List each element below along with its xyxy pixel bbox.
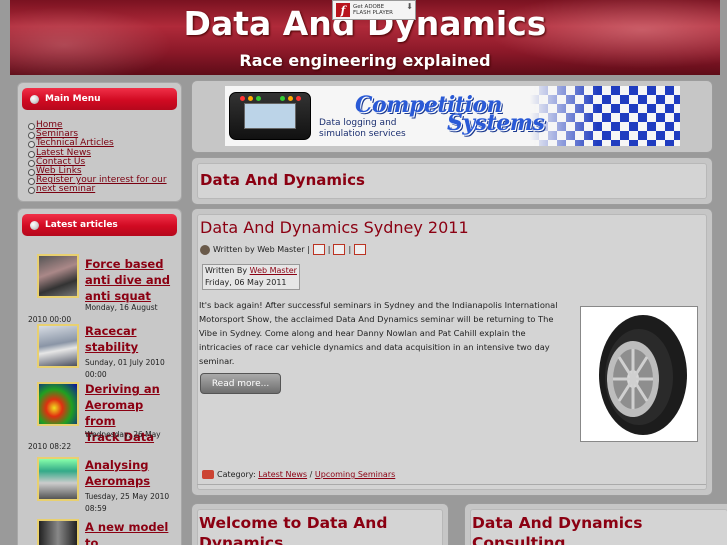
- latest-article-item: Deriving an Aeromap from Track Data Wedn…: [28, 381, 173, 457]
- competition-systems-banner[interactable]: Competition Systems Data logging and sim…: [225, 86, 680, 146]
- menu-item-register-interest-cont[interactable]: next seminar: [28, 185, 173, 195]
- latest-articles-box: Latest articles Force based anti dive an…: [17, 208, 182, 545]
- category-link-upcoming-seminars[interactable]: Upcoming Seminars: [315, 470, 395, 479]
- article-title-link[interactable]: Racecar stability: [85, 323, 138, 355]
- article-date: 00:00: [85, 370, 107, 379]
- article-date: 08:59: [85, 504, 107, 513]
- get-flash-player-badge[interactable]: f Get ADOBE FLASH PLAYER ⬇: [332, 0, 416, 20]
- flash-icon: f: [336, 3, 350, 17]
- pdf-icon[interactable]: [312, 244, 325, 255]
- tyre-image: [580, 306, 698, 442]
- site-header: Data And Dynamics Race engineering expla…: [10, 0, 720, 75]
- article-title-link[interactable]: Force based anti dive and anti squat: [85, 256, 170, 304]
- post-body: It's back again! After successful semina…: [199, 300, 558, 366]
- main-menu: Home Seminars Technical Articles Latest …: [18, 115, 181, 195]
- data-logger-dash-image: [229, 92, 311, 140]
- latest-articles-title: Latest articles: [22, 214, 177, 236]
- article-title-link[interactable]: A new model to: [85, 519, 173, 545]
- category-link-latest-news[interactable]: Latest News: [258, 470, 307, 479]
- folder-icon: [202, 470, 214, 479]
- article-thumbnail[interactable]: [37, 519, 79, 545]
- main-menu-box: Main Menu Home Seminars Technical Articl…: [17, 82, 182, 202]
- article-date: Tuesday, 25 May 2010: [85, 492, 170, 501]
- section-heading: Data And Dynamics: [200, 171, 365, 189]
- latest-article-item: Analysing Aeromaps Tuesday, 25 May 2010 …: [28, 457, 173, 513]
- banner-brand-line2: Systems: [447, 110, 545, 136]
- article-thumbnail[interactable]: [37, 324, 79, 368]
- article-date: Monday, 16 August: [85, 303, 158, 312]
- main-menu-title: Main Menu: [22, 88, 177, 110]
- flash-badge-text: Get ADOBE FLASH PLAYER: [353, 4, 393, 16]
- article-thumbnail[interactable]: [37, 382, 79, 426]
- post-meta: Written by Web Master | | |: [200, 244, 369, 255]
- site-slogan: Race engineering explained: [239, 51, 491, 70]
- checkered-flag-image: [530, 86, 680, 146]
- post-divider: [197, 484, 706, 485]
- email-icon[interactable]: [354, 244, 367, 255]
- article-date: 2010 08:22: [28, 442, 72, 451]
- latest-article-item: A new model to: [28, 519, 173, 545]
- print-icon[interactable]: [333, 244, 346, 255]
- author-icon: [200, 244, 210, 255]
- bullet-icon: [30, 220, 39, 230]
- welcome-heading[interactable]: Welcome to Data And Dynamics: [199, 513, 399, 545]
- article-thumbnail[interactable]: [37, 254, 79, 298]
- article-title-link[interactable]: Analysing Aeromaps: [85, 457, 150, 489]
- author-link[interactable]: Web Master: [250, 266, 297, 275]
- article-date: Wednesday, 26 May: [85, 430, 161, 439]
- article-thumbnail[interactable]: [37, 457, 79, 501]
- post-category: Category: Latest News / Upcoming Seminar…: [202, 470, 395, 479]
- download-arrow-icon: ⬇: [406, 2, 413, 11]
- consulting-heading[interactable]: Data And Dynamics Consulting: [472, 513, 672, 545]
- latest-article-item: Force based anti dive and anti squat Mon…: [28, 241, 173, 324]
- read-more-button[interactable]: Read more...: [200, 373, 281, 394]
- banner-tagline: Data logging and simulation services: [319, 118, 406, 139]
- article-date: Sunday, 01 July 2010: [85, 358, 165, 367]
- post-title[interactable]: Data And Dynamics Sydney 2011: [200, 218, 469, 237]
- post-byline: Written By Web Master Friday, 06 May 201…: [202, 264, 300, 290]
- bullet-icon: [30, 94, 39, 104]
